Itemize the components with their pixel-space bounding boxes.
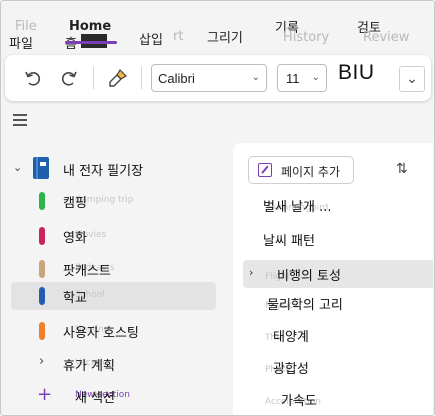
- navigation-menu-button[interactable]: [13, 114, 27, 126]
- tab-file-ghost: File: [15, 19, 37, 34]
- page-item[interactable]: The 태양계: [243, 321, 433, 349]
- font-size-value: 11: [286, 70, 300, 86]
- hamburger-icon-line: [13, 124, 27, 126]
- chevron-right-icon: ›: [249, 266, 254, 279]
- home-toolbar: Calibri ⌄ 11 ⌄ BIU ⌄: [5, 55, 431, 101]
- notebook-label: 내 전자 필기장: [63, 164, 144, 179]
- hamburger-icon: [13, 114, 27, 116]
- hamburger-icon-line: [13, 119, 27, 121]
- section-item[interactable]: Camping trip 캠핑: [11, 187, 216, 215]
- new-page-icon: [258, 163, 272, 177]
- format-painter-button[interactable]: [103, 55, 133, 101]
- redo-button[interactable]: [55, 55, 83, 101]
- section-item-selected[interactable]: School 학교: [11, 282, 216, 310]
- onenote-window: File 파일 Home 홈 삽입 rt 그리기 기록 History 검토 R…: [0, 0, 435, 416]
- pages-panel: 페이지 추가 ⇅ Hummingbird 벌새 날개 ... 날씨 패턴 › F…: [233, 143, 433, 415]
- redo-icon: [61, 71, 77, 86]
- section-group-label: 휴가 계획: [63, 359, 115, 374]
- page-label: 광합성: [273, 362, 309, 377]
- chevron-down-icon: ⌄: [13, 161, 23, 174]
- chevron-down-icon: ⌄: [251, 72, 260, 83]
- tab-file[interactable]: 파일: [9, 33, 33, 52]
- sort-icon[interactable]: ⇅: [396, 161, 408, 177]
- notebook-icon: [33, 157, 49, 179]
- page-item[interactable]: Photo 광합성: [243, 353, 433, 381]
- section-label: 학교: [63, 291, 87, 306]
- page-item-selected[interactable]: › Flight 비행의 토성: [243, 260, 433, 288]
- paintbrush-icon: [109, 69, 127, 87]
- page-label: 비행의 토성: [277, 269, 341, 284]
- add-page-label: 페이지 추가: [281, 165, 341, 179]
- section-label: 사용자 호스팅: [63, 326, 139, 341]
- font-name-select[interactable]: Calibri ⌄: [151, 64, 267, 92]
- chevron-down-icon: ⌄: [406, 71, 418, 87]
- ribbon-tabs: File 파일 Home 홈 삽입 rt 그리기 기록 History 검토 R…: [1, 1, 434, 53]
- section-item[interactable]: Podcasts 팟캐스트: [11, 255, 216, 283]
- toolbar-separator: [93, 67, 94, 89]
- section-label: 캠핑: [63, 196, 87, 211]
- tab-history-ghost: History: [283, 30, 330, 45]
- tab-insert-ghost: rt: [173, 29, 184, 44]
- section-color-tab: [39, 192, 45, 210]
- page-item[interactable]: Physics 물리학의 고리: [243, 289, 433, 317]
- plus-icon: +: [37, 384, 53, 405]
- page-label: 물리학의 고리: [267, 298, 343, 313]
- tab-draw[interactable]: 그리기: [207, 27, 243, 46]
- toolbar-separator: [141, 67, 142, 89]
- undo-button[interactable]: [19, 55, 47, 101]
- format-buttons[interactable]: BIU: [338, 61, 375, 85]
- section-color-tab: [39, 227, 45, 245]
- page-label: 날씨 패턴: [263, 234, 315, 249]
- font-size-select[interactable]: 11 ⌄: [277, 64, 327, 92]
- page-label: 태양계: [273, 330, 309, 345]
- section-label: 영화: [63, 231, 87, 246]
- tab-home-underline: [65, 41, 117, 44]
- chevron-right-icon: ›: [39, 354, 45, 369]
- page-item[interactable]: 날씨 패턴: [243, 225, 433, 253]
- section-color-tab: [39, 287, 45, 305]
- add-page-button[interactable]: 페이지 추가: [248, 156, 354, 184]
- page-item[interactable]: Acceleration 가속도: [243, 385, 433, 413]
- undo-icon: [25, 71, 41, 86]
- section-item[interactable]: Movies 영화: [11, 222, 216, 250]
- more-options-button[interactable]: ⌄: [399, 66, 425, 92]
- tab-home-ghost: Home: [69, 19, 112, 34]
- page-item[interactable]: Hummingbird 벌새 날개 ...: [243, 191, 433, 219]
- section-label: 팟캐스트: [63, 264, 111, 279]
- page-label: 벌새 날개 ...: [263, 200, 332, 215]
- tab-review-ghost: Review: [363, 30, 410, 45]
- new-section-button[interactable]: + New section 새 섹션: [11, 382, 216, 410]
- new-section-label: 새 섹션: [75, 391, 116, 406]
- section-color-tab: [39, 260, 45, 278]
- tab-insert[interactable]: 삽입: [139, 29, 163, 48]
- section-group-item[interactable]: › Vacation 휴가 계획: [11, 350, 216, 378]
- chevron-down-icon: ⌄: [311, 72, 320, 83]
- section-color-tab: [39, 322, 45, 340]
- page-label: 가속도: [281, 394, 317, 409]
- notebook-item[interactable]: ⌄ 내 전자 필기장: [11, 155, 216, 183]
- section-item[interactable]: Hosting 사용자 호스팅: [11, 317, 216, 345]
- font-name-value: Calibri: [158, 70, 195, 86]
